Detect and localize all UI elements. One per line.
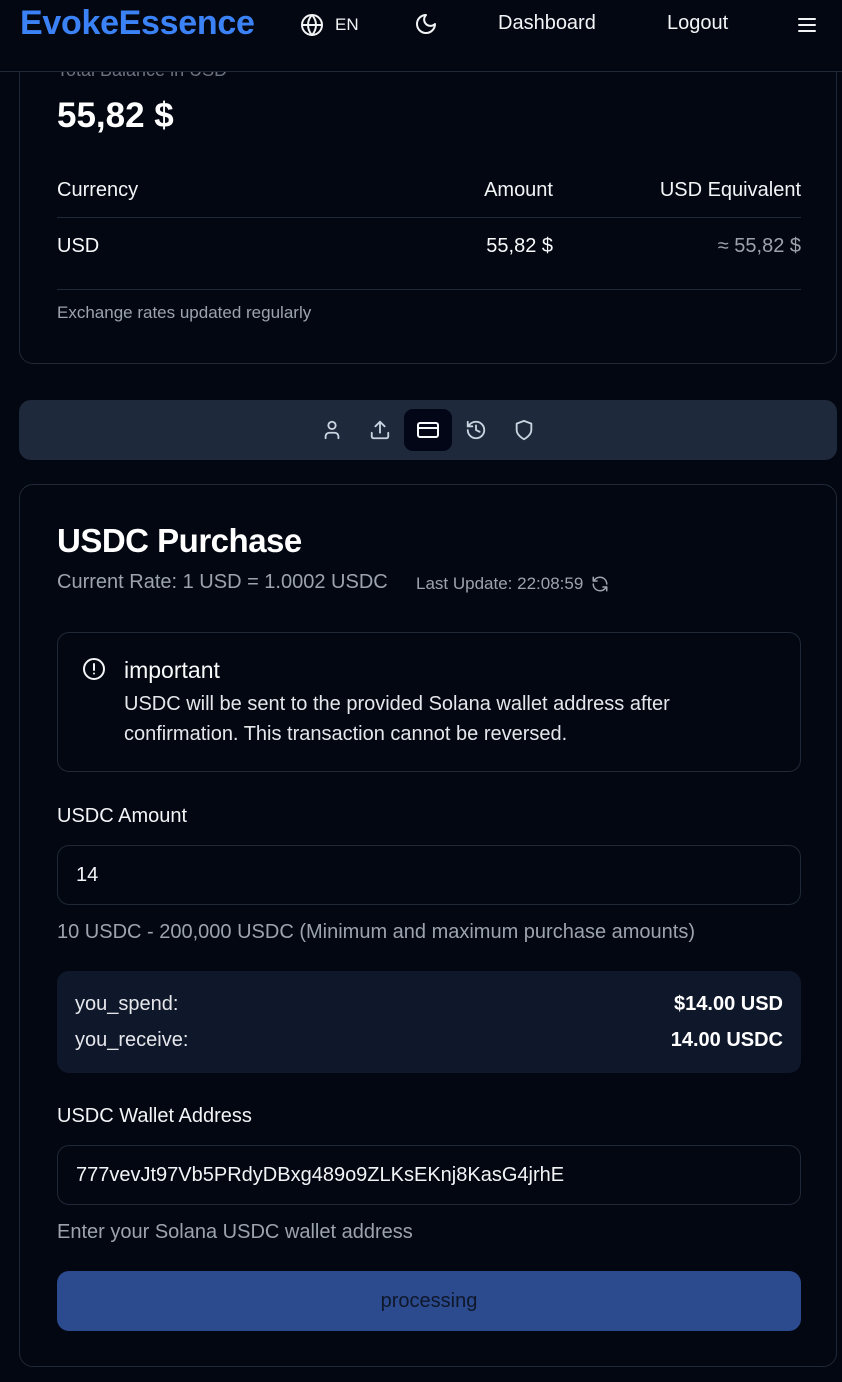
balance-total: 55,82 $ bbox=[57, 96, 174, 135]
column-header-usd-equivalent: USD Equivalent bbox=[659, 179, 801, 201]
credit-card-icon bbox=[416, 418, 440, 442]
tab-purchase[interactable] bbox=[404, 409, 452, 451]
spend-label: you_spend: bbox=[75, 993, 179, 1015]
tab-security[interactable] bbox=[500, 409, 548, 451]
submit-purchase-button[interactable]: processing bbox=[57, 1271, 801, 1331]
tab-profile[interactable] bbox=[308, 409, 356, 451]
nav-logout-link[interactable]: Logout bbox=[667, 12, 728, 35]
moon-icon bbox=[414, 12, 438, 36]
column-header-amount: Amount bbox=[484, 179, 553, 201]
purchase-summary: you_spend: $14.00 USD you_receive: 14.00… bbox=[57, 971, 801, 1073]
tab-history[interactable] bbox=[452, 409, 500, 451]
current-rate: Current Rate: 1 USD = 1.0002 USDC bbox=[57, 571, 388, 593]
upload-icon bbox=[369, 419, 391, 441]
last-update-label: Last Update: 22:08:59 bbox=[416, 574, 584, 593]
table-header-row: Currency Amount USD Equivalent bbox=[57, 176, 801, 218]
nav-dashboard-link[interactable]: Dashboard bbox=[498, 12, 596, 35]
language-selector[interactable]: EN bbox=[300, 12, 359, 38]
wallet-address-hint: Enter your Solana USDC wallet address bbox=[57, 1221, 413, 1243]
alert-circle-icon bbox=[82, 657, 106, 681]
summary-receive-row: you_receive: 14.00 USDC bbox=[75, 1029, 783, 1057]
usdc-amount-hint: 10 USDC - 200,000 USDC (Minimum and maxi… bbox=[57, 921, 696, 943]
alert-title: important bbox=[124, 657, 220, 683]
receive-label: you_receive: bbox=[75, 1029, 189, 1051]
wallet-address-label: USDC Wallet Address bbox=[57, 1105, 252, 1127]
row-amount: 55,82 $ bbox=[486, 235, 553, 257]
alert-text: USDC will be sent to the provided Solana… bbox=[124, 693, 670, 745]
usdc-amount-label: USDC Amount bbox=[57, 805, 188, 827]
important-alert: important USDC will be sent to the provi… bbox=[57, 632, 801, 772]
wallet-address-input[interactable] bbox=[57, 1145, 801, 1205]
language-label: EN bbox=[335, 15, 359, 34]
page-title: USDC Purchase bbox=[57, 522, 302, 559]
balance-card: Total Balance in USD 55,82 $ Currency Am… bbox=[19, 30, 837, 364]
refresh-icon[interactable] bbox=[591, 575, 609, 593]
history-icon bbox=[465, 419, 487, 441]
user-icon bbox=[321, 419, 343, 441]
shield-icon bbox=[513, 419, 535, 441]
summary-spend-row: you_spend: $14.00 USD bbox=[75, 993, 783, 1021]
usdc-purchase-card: USDC Purchase Current Rate: 1 USD = 1.00… bbox=[19, 484, 837, 1367]
account-tab-bar bbox=[19, 400, 837, 460]
spend-value: $14.00 USD bbox=[674, 993, 783, 1015]
menu-button[interactable] bbox=[795, 13, 819, 37]
globe-icon bbox=[300, 13, 324, 37]
brand-logo[interactable]: EvokeEssence bbox=[20, 4, 255, 43]
row-currency: USD bbox=[57, 235, 100, 257]
hamburger-menu-icon bbox=[795, 13, 819, 37]
tab-upload[interactable] bbox=[356, 409, 404, 451]
top-navbar: EvokeEssence EN Dashboard Logout bbox=[0, 0, 842, 72]
exchange-rate-note: Exchange rates updated regularly bbox=[57, 303, 312, 322]
theme-toggle-button[interactable] bbox=[414, 12, 438, 36]
balance-table: Currency Amount USD Equivalent USD 55,82… bbox=[57, 176, 801, 290]
last-update: Last Update: 22:08:59 bbox=[416, 574, 609, 594]
column-header-currency: Currency bbox=[57, 179, 139, 201]
receive-value: 14.00 USDC bbox=[670, 1029, 783, 1051]
usdc-amount-input[interactable] bbox=[57, 845, 801, 905]
table-row: USD 55,82 $ ≈ 55,82 $ bbox=[57, 218, 801, 290]
row-usd-equivalent: ≈ 55,82 $ bbox=[717, 235, 801, 257]
